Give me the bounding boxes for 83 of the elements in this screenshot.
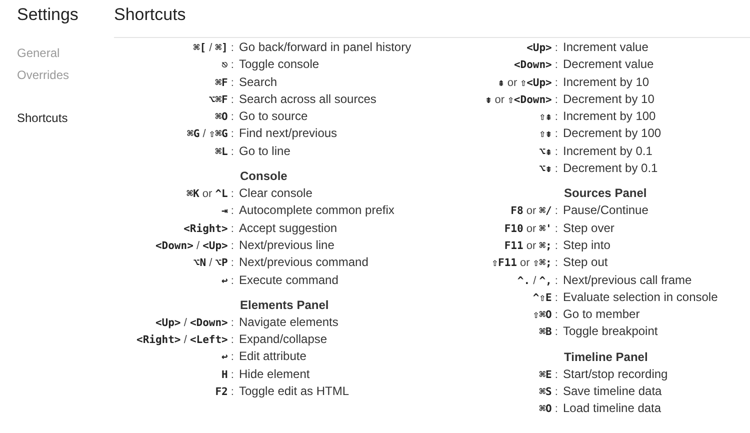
shortcut-action: Accept suggestion xyxy=(238,220,338,237)
shortcut-keys: ⇧⌘O : xyxy=(532,307,558,324)
shortcut-keys: ⌘E : xyxy=(539,366,558,384)
shortcut-action: Navigate elements xyxy=(238,314,338,331)
shortcut-keys: F10 or ⌘' : xyxy=(504,220,558,238)
shortcut-action: Autocomplete common prefix xyxy=(238,202,394,220)
shortcut-action: Next/previous command xyxy=(238,254,368,272)
shortcut-keys: ^⇧E : xyxy=(532,290,558,307)
shortcut-keys: ⌘F : xyxy=(215,74,234,92)
shortcut-keys: <Right> / <Left> : xyxy=(136,332,234,350)
section-heading: Console xyxy=(239,168,288,186)
shortcut-action: Search xyxy=(238,74,278,91)
sidebar-item[interactable]: General xyxy=(17,42,114,64)
shortcut-action: Save timeline data xyxy=(562,383,662,400)
shortcut-keys: ⌥⇟ : xyxy=(539,161,558,178)
shortcut-action: Start/stop recording xyxy=(562,366,668,383)
shortcut-action: Increment by 0.1 xyxy=(562,142,652,160)
shortcut-action: Pause/Continue xyxy=(562,202,648,220)
shortcut-keys: ⌥N / ⌥P : xyxy=(193,255,234,272)
shortcut-action: Expand/collapse xyxy=(238,331,328,348)
shortcut-keys: ⎋ : xyxy=(222,57,234,74)
shortcut-action: Evaluate selection in console xyxy=(562,288,718,306)
section-heading: Timeline Panel xyxy=(563,348,648,366)
shortcut-action: Decrement value xyxy=(562,56,654,74)
shortcut-action: Decrement by 100 xyxy=(562,125,662,142)
shortcut-keys: ⌘K or ^L : xyxy=(186,186,234,204)
shortcut-action: Go to line xyxy=(238,142,290,160)
shortcut-keys: ⌥⇞ : xyxy=(539,144,558,161)
settings-title: Settings xyxy=(17,4,80,26)
page-title: Shortcuts xyxy=(114,4,186,26)
shortcut-keys: ⇧⇞ : xyxy=(539,109,558,126)
sidebar-item[interactable]: Shortcuts xyxy=(17,107,114,129)
shortcut-keys: <Up> : xyxy=(526,40,558,57)
shortcut-keys: ⇟ or ⇧<Down> : xyxy=(485,92,558,109)
shortcut-keys: ⌘[ / ⌘] : xyxy=(193,40,234,57)
shortcut-action: Increment by 100 xyxy=(562,108,656,126)
shortcut-keys: ⌘O : xyxy=(215,109,234,126)
shortcut-action: Find next/previous xyxy=(238,125,338,142)
shortcut-keys: ⌘O : xyxy=(539,401,558,418)
shortcut-action: Toggle breakpoint xyxy=(562,323,658,340)
shortcut-keys: ^. / ^, : xyxy=(517,272,558,290)
shortcut-keys: <Up> / <Down> : xyxy=(155,314,234,332)
shortcut-keys: F11 or ⌘; : xyxy=(504,238,558,255)
shortcut-action: Increment by 10 xyxy=(562,74,650,91)
shortcut-action: Go to source xyxy=(238,108,308,126)
shortcut-action: Next/previous line xyxy=(238,236,334,254)
shortcut-keys: F8 or ⌘/ : xyxy=(510,203,558,220)
shortcut-action: Go back/forward in panel history xyxy=(238,39,412,56)
shortcut-action: Go to member xyxy=(562,306,640,324)
shortcut-keys: ⌘L : xyxy=(215,144,234,161)
shortcut-action: Step over xyxy=(562,220,614,237)
shortcut-keys: ⇥ : xyxy=(222,203,234,220)
shortcut-action: Edit attribute xyxy=(238,348,306,366)
sidebar-item[interactable]: Overrides xyxy=(17,64,114,86)
shortcut-keys: ⇧⇟ : xyxy=(539,126,558,144)
shortcut-action: Clear console xyxy=(238,185,312,202)
section-heading: Sources Panel xyxy=(563,185,647,202)
shortcut-keys: ⌥⌘F : xyxy=(208,92,234,109)
shortcut-action: Next/previous call frame xyxy=(562,272,692,289)
shortcut-action: Toggle console xyxy=(238,56,320,74)
shortcut-action: Toggle edit as HTML xyxy=(238,383,350,400)
shortcut-keys: ⌘S : xyxy=(539,384,558,402)
shortcut-action: Load timeline data xyxy=(562,400,662,418)
shortcut-action: Execute command xyxy=(238,272,338,289)
shortcut-keys: ⇧F11 or ⇧⌘; : xyxy=(492,255,558,272)
shortcut-keys: <Right> : xyxy=(184,220,234,238)
shortcut-keys: ↩ : xyxy=(222,272,234,290)
section-heading: Elements Panel xyxy=(239,296,329,314)
shortcut-action: Increment value xyxy=(562,39,648,56)
shortcut-action: Decrement by 0.1 xyxy=(562,160,658,178)
shortcut-keys: ⇞ or ⇧<Up> : xyxy=(498,74,558,92)
shortcut-keys: F2 : xyxy=(215,384,234,402)
shortcut-action: Hide element xyxy=(238,366,310,383)
shortcut-keys: H : xyxy=(222,366,234,384)
shortcut-keys: ⌘G / ⇧⌘G : xyxy=(187,126,234,144)
shortcut-keys: <Down> : xyxy=(514,57,558,74)
shortcut-action: Search across all sources xyxy=(238,90,376,108)
shortcut-action: Step into xyxy=(562,236,610,254)
shortcut-action: Step out xyxy=(562,254,608,272)
shortcut-keys: <Down> / <Up> : xyxy=(155,238,234,255)
shortcut-keys: ⌘B : xyxy=(539,324,558,342)
shortcut-action: Decrement by 10 xyxy=(562,90,654,108)
shortcut-keys: ↩ : xyxy=(222,349,234,366)
